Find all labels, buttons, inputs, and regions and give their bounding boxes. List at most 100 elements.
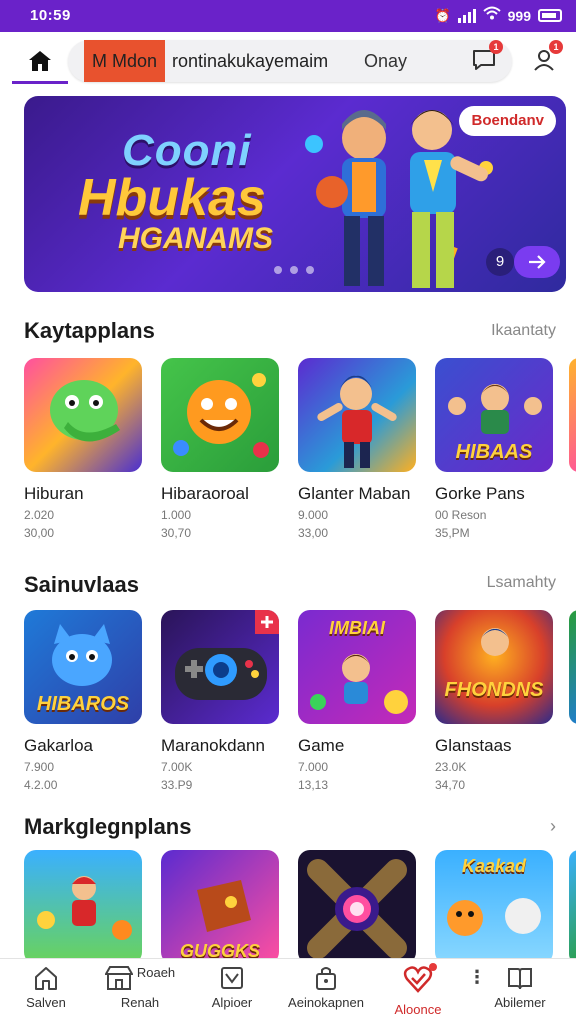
messages-badge: 1 (489, 40, 503, 54)
nav-label: Salven (26, 995, 66, 1010)
store-icon (104, 966, 133, 990)
app-thumbnail[interactable]: FHONDNS (435, 610, 553, 724)
app-card[interactable] (24, 850, 142, 958)
banner-next-button[interactable] (514, 246, 560, 278)
nav-extra-label: Roaeh (136, 965, 176, 980)
app-thumbnail[interactable]: GUGGKS (161, 850, 279, 958)
app-thumbnail[interactable] (298, 850, 416, 958)
app-thumbnail[interactable] (161, 610, 279, 724)
app-card[interactable]: HIBAAS Gorke Pans 00 Reson 35,PM (435, 358, 553, 540)
app-card[interactable]: Hiburan 2.020 30,00 (24, 358, 142, 540)
featured-banner[interactable]: Cooni Hbukas HGANAMS Boendanv 9 (24, 96, 566, 292)
app-meta-downloads: 23.0K (435, 760, 467, 774)
app-meta-downloads: 7.000 (298, 760, 329, 774)
app-art-label: HIBAROS (36, 693, 130, 715)
messages-button[interactable]: 1 (468, 40, 503, 76)
app-title: Hiburan (24, 484, 84, 503)
nav-item-2[interactable]: Alpioer (184, 965, 280, 1010)
app-meta-size: 33.P9 (161, 778, 193, 792)
section-title-1: Kaytapplans (24, 318, 155, 343)
top-app-bar: M Mdon rontinakukayemaim Onay 1 1 (0, 32, 576, 88)
app-thumbnail[interactable] (24, 358, 142, 472)
heart-check-icon (403, 966, 433, 993)
app-row-2: HIBAROS Gakarloa 7.900 4.2.00 Maranokdan… (24, 610, 576, 792)
banner-page-indicator: 9 (486, 248, 514, 276)
app-meta-size: 13,13 (298, 778, 329, 792)
banner-title-line3: HGANAMS (118, 222, 273, 255)
app-thumbnail[interactable]: Kaakad (435, 850, 553, 958)
app-card[interactable]: Kaakad (435, 850, 553, 958)
app-title: Glanstaas (435, 736, 512, 755)
nav-label: Renah (120, 995, 160, 1010)
app-card[interactable]: Glanter Maban 9.000 33,00 (298, 358, 416, 540)
nav-item-1[interactable]: Roaeh Renah (92, 965, 188, 1010)
app-thumbnail[interactable]: IMBIAI (298, 610, 416, 724)
app-card[interactable]: IMBIAI Game 7.000 13,13 (298, 610, 416, 792)
nav-label: Aloonce (394, 1002, 442, 1017)
app-card[interactable]: GUGGKS (161, 850, 279, 958)
home-tab[interactable] (12, 40, 68, 84)
nav-label: Aeinokapnen (288, 995, 364, 1010)
app-art-label: Kaakad (461, 856, 527, 876)
app-thumbnail[interactable] (298, 358, 416, 472)
home-icon (35, 967, 57, 990)
arrow-right-icon (529, 255, 546, 269)
status-bar: 10:59 ⏰ 999 (0, 0, 576, 32)
app-card-partial[interactable] (569, 610, 576, 724)
app-card[interactable]: FHONDNS Glanstaas 23.0K 34,70 (435, 610, 553, 792)
app-thumbnail[interactable] (569, 850, 576, 958)
app-title: Glanter Maban (298, 484, 411, 503)
status-time: 10:59 (30, 7, 71, 24)
status-icons: ⏰ 999 (434, 6, 562, 25)
app-thumbnail[interactable] (161, 358, 279, 472)
app-thumbnail[interactable]: HIBAROS (24, 610, 142, 724)
app-meta-downloads: 1.000 (161, 508, 192, 522)
banner-pagination-dots[interactable] (274, 266, 314, 274)
app-meta-downloads: 9.000 (298, 508, 329, 522)
app-meta-downloads: 00 Reson (435, 508, 487, 522)
app-art-label: GUGGKS (179, 941, 260, 958)
app-card-partial[interactable] (569, 850, 576, 958)
app-meta-size: 30,00 (24, 526, 55, 540)
app-card[interactable]: Hibaraoroal 1.000 30,70 (161, 358, 279, 540)
nav-dot-badge (429, 963, 437, 971)
section-more-chevron[interactable]: › (550, 816, 556, 837)
app-meta-size: 34,70 (435, 778, 466, 792)
app-row-1: Hiburan 2.020 30,00 Hibaraoroal 1.000 30… (24, 358, 576, 540)
app-card-partial[interactable] (569, 358, 576, 472)
app-thumbnail[interactable] (569, 358, 576, 472)
app-card[interactable]: HIBAROS Gakarloa 7.900 4.2.00 (24, 610, 142, 792)
alarm-icon: ⏰ (434, 7, 451, 23)
app-meta-size: 4.2.00 (24, 778, 58, 792)
app-thumbnail[interactable] (569, 610, 576, 724)
search-bar[interactable]: M Mdon rontinakukayemaim Onay (68, 40, 512, 82)
banner-cta-button[interactable]: Boendanv (459, 106, 556, 136)
search-input[interactable]: rontinakukayemaim (172, 40, 328, 82)
app-art-label: FHONDNS (444, 679, 544, 701)
nav-item-5[interactable]: Abilemer (472, 965, 568, 1010)
nav-item-4[interactable]: Aloonce (370, 963, 466, 1017)
download-icon (221, 967, 243, 989)
nav-label: Alpioer (211, 995, 253, 1010)
library-icon (508, 968, 532, 990)
app-card[interactable] (298, 850, 416, 958)
app-thumbnail[interactable] (24, 850, 142, 958)
section-link-1[interactable]: Ikaantaty (491, 322, 556, 340)
signal-icon (457, 8, 476, 23)
search-tag[interactable]: M Mdon (84, 40, 166, 82)
nav-label: Abilemer (494, 995, 546, 1010)
app-thumbnail[interactable]: HIBAAS (435, 358, 553, 472)
search-action-button[interactable]: Onay (364, 40, 407, 82)
app-title: Game (298, 736, 345, 755)
nav-item-0[interactable]: Salven (0, 965, 94, 1010)
app-title: Maranokdann (161, 736, 265, 755)
profile-button[interactable]: 1 (528, 40, 563, 76)
wifi-icon (482, 6, 501, 25)
app-meta-downloads: 7.00K (161, 760, 193, 774)
app-title: Hibaraoroal (161, 484, 249, 503)
app-row-3: GUGGKS Kaakad (24, 850, 576, 958)
profile-badge: 1 (549, 40, 563, 54)
nav-item-3[interactable]: Aeinokapnen (278, 965, 374, 1010)
app-card[interactable]: Maranokdann 7.00K 33.P9 (161, 610, 279, 792)
section-link-2[interactable]: Lsamahty (487, 574, 556, 592)
